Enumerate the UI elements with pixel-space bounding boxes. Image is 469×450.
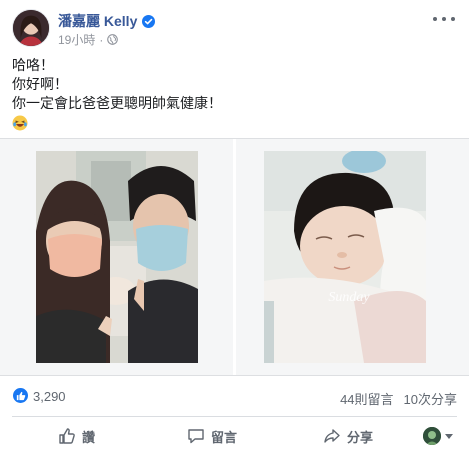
share-button[interactable]: 分享	[323, 423, 373, 449]
post-text-line: 哈咯！	[12, 57, 54, 73]
comment-label: 留言	[211, 429, 238, 445]
comment-button[interactable]: 留言	[187, 423, 237, 449]
verified-badge-icon	[142, 14, 156, 28]
like-button[interactable]: 讚	[58, 423, 95, 449]
caret-down-icon	[445, 433, 453, 439]
comment-count[interactable]: 44則留言	[340, 389, 393, 408]
post-text: 哈咯！ 你好啊！ 你一定會比爸爸更聰明帥氣健康！	[12, 56, 222, 131]
reaction-profile-selector[interactable]	[423, 427, 453, 445]
globe-icon[interactable]	[107, 34, 119, 45]
post-text-line: 你好啊！	[12, 76, 68, 92]
photo-grid: Sunday	[0, 138, 469, 376]
photo-watermark: Sunday	[328, 290, 370, 305]
comment-bubble-icon	[188, 429, 204, 444]
author-avatar[interactable]	[12, 9, 50, 47]
share-label: 分享	[347, 429, 374, 445]
like-label: 讚	[82, 429, 96, 445]
author-name[interactable]: 潘嘉麗 Kelly	[58, 11, 137, 31]
laughing-emoji-icon	[12, 115, 28, 131]
post-header: 潘嘉麗 Kelly 19小時 ·	[0, 0, 469, 52]
meta-separator: ·	[99, 32, 104, 47]
post-stats: 3,290 44則留言 10次分享	[0, 380, 469, 410]
reaction-count[interactable]: 3,290	[33, 389, 66, 404]
share-count[interactable]: 10次分享	[404, 389, 457, 408]
actions-divider	[12, 416, 457, 417]
couple-photo[interactable]	[36, 151, 198, 363]
post-actions: 讚 留言 分享	[0, 419, 469, 450]
like-reaction-icon[interactable]	[12, 387, 29, 404]
photo-cell-left[interactable]	[0, 139, 233, 375]
thumbs-up-icon	[59, 428, 75, 444]
post-text-line: 你一定會比爸爸更聰明帥氣健康！	[12, 95, 222, 111]
post-timestamp[interactable]: 19小時	[58, 31, 95, 48]
baby-photo[interactable]: Sunday	[264, 151, 426, 363]
profile-avatar-icon	[423, 427, 441, 445]
more-options-icon[interactable]	[433, 12, 455, 26]
photo-cell-right[interactable]: Sunday	[236, 139, 469, 375]
post-meta: 19小時 ·	[58, 31, 119, 48]
share-arrow-icon	[324, 429, 340, 443]
